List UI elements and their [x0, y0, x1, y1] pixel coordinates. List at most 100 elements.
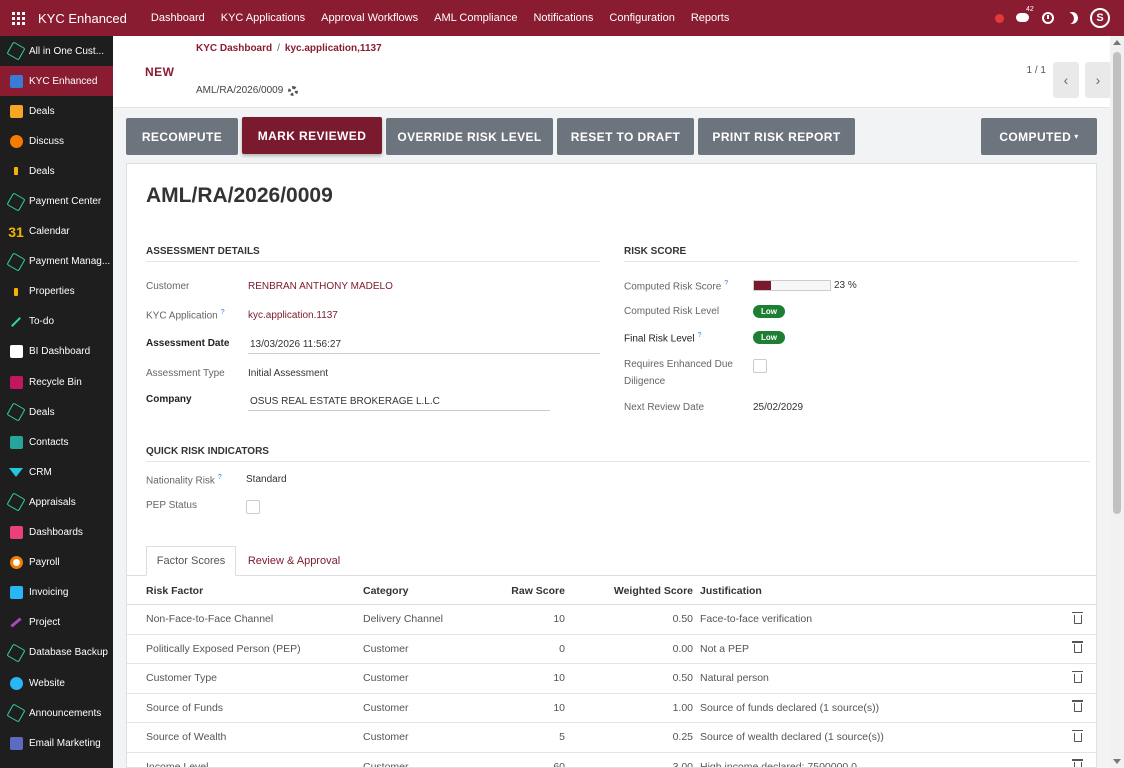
edd-checkbox[interactable]	[753, 359, 767, 373]
col-raw-score[interactable]: Raw Score	[507, 577, 565, 604]
sidebar-item-todo[interactable]: To-do	[0, 307, 113, 337]
nav-kyc-applications[interactable]: KYC Applications	[213, 12, 313, 24]
sidebar-item-payroll[interactable]: Payroll	[0, 548, 113, 578]
delete-row-button[interactable]	[1072, 694, 1083, 723]
table-row[interactable]: Non-Face-to-Face Channel Delivery Channe…	[127, 605, 1096, 635]
help-icon[interactable]: ?	[218, 474, 222, 481]
nav-aml-compliance[interactable]: AML Compliance	[426, 12, 525, 24]
mark-reviewed-button[interactable]: MARK REVIEWED	[242, 117, 382, 154]
table-row[interactable]: Income Level Customer 60 3.00 High incom…	[127, 753, 1096, 768]
sidebar-item-discuss[interactable]: Discuss	[0, 126, 113, 156]
breadcrumb-parent[interactable]: KYC Dashboard	[196, 43, 272, 54]
delete-row-button[interactable]	[1072, 664, 1083, 693]
sidebar-item-announcements[interactable]: Announcements	[0, 698, 113, 728]
cell-justification: Not a PEP	[700, 642, 750, 655]
table-row[interactable]: Customer Type Customer 10 0.50 Natural p…	[127, 664, 1096, 694]
company-field[interactable]: OSUS REAL ESTATE BROKERAGE L.L.C	[248, 396, 550, 411]
help-icon[interactable]: ?	[221, 309, 225, 316]
cell-weighted-score: 1.00	[672, 701, 693, 714]
pager-next-button[interactable]: ›	[1085, 62, 1111, 98]
scroll-down-arrow-icon[interactable]	[1113, 759, 1121, 764]
sidebar-item-label: Properties	[29, 286, 75, 298]
apps-menu-icon[interactable]	[0, 0, 36, 36]
col-justification[interactable]: Justification	[700, 577, 762, 604]
cell-risk-factor: Source of Wealth	[146, 731, 227, 744]
help-icon[interactable]: ?	[698, 332, 702, 339]
col-category[interactable]: Category	[363, 577, 409, 604]
cell-raw-score: 10	[553, 613, 565, 626]
sidebar-item-dashboards[interactable]: Dashboards	[0, 518, 113, 548]
kyc-application-label-text: KYC Application	[146, 310, 218, 322]
sidebar-item-label: Payment Center	[29, 196, 102, 208]
cell-raw-score: 10	[553, 672, 565, 685]
trash-icon	[1072, 670, 1083, 683]
page-scrollbar[interactable]	[1110, 36, 1124, 768]
chat-icon[interactable]: 42	[1016, 6, 1034, 24]
customer-value[interactable]: RENBRAN ANTHONY MADELO	[248, 281, 393, 292]
table-row[interactable]: Source of Wealth Customer 5 0.25 Source …	[127, 723, 1096, 753]
pager-value[interactable]: 1 / 1	[1027, 65, 1046, 76]
app-brand[interactable]: KYC Enhanced	[38, 11, 127, 26]
bi-icon	[8, 344, 24, 360]
kyc-application-value[interactable]: kyc.application.1137	[248, 310, 338, 321]
override-risk-level-button[interactable]: OVERRIDE RISK LEVEL	[386, 118, 553, 155]
clock-icon[interactable]	[1042, 12, 1054, 24]
col-weighted-score[interactable]: Weighted Score	[597, 577, 693, 604]
nationality-risk-value: Standard	[246, 474, 287, 485]
delete-row-button[interactable]	[1072, 605, 1083, 634]
sidebar-item-recycle-bin[interactable]: Recycle Bin	[0, 367, 113, 397]
sidebar-item-deals[interactable]: Deals	[0, 96, 113, 126]
delete-row-button[interactable]	[1072, 635, 1083, 664]
col-risk-factor[interactable]: Risk Factor	[146, 577, 203, 604]
sidebar-item-payment-center[interactable]: Payment Center	[0, 186, 113, 216]
cell-justification: Source of funds declared (1 source(s))	[700, 701, 880, 714]
table-row[interactable]: Politically Exposed Person (PEP) Custome…	[127, 635, 1096, 664]
cell-justification: High income declared: 7500000.0	[700, 760, 858, 768]
sidebar-item-database-backup[interactable]: Database Backup	[0, 638, 113, 668]
sidebar-item-email-marketing[interactable]: Email Marketing	[0, 728, 113, 758]
recompute-button[interactable]: RECOMPUTE	[126, 118, 238, 155]
sidebar-item-kyc-enhanced[interactable]: KYC Enhanced	[0, 66, 113, 97]
sidebar-item-all-in-one[interactable]: All in One Cust...	[0, 36, 113, 66]
sidebar-item-payment-management[interactable]: Payment Manag...	[0, 247, 113, 277]
scroll-thumb[interactable]	[1113, 52, 1121, 514]
table-row[interactable]: Source of Funds Customer 10 1.00 Source …	[127, 694, 1096, 723]
pager-previous-button[interactable]: ‹	[1053, 62, 1079, 98]
cell-justification: Natural person	[700, 672, 769, 685]
sidebar-item-label: Deals	[29, 105, 55, 117]
help-icon[interactable]: ?	[724, 280, 728, 287]
assessment-date-field[interactable]: 13/03/2026 11:56:27	[248, 339, 600, 354]
sidebar-item-deals-2[interactable]: Deals	[0, 156, 113, 186]
status-dot-icon[interactable]	[995, 13, 1004, 23]
moon-icon[interactable]	[1064, 10, 1079, 25]
nav-notifications[interactable]: Notifications	[525, 12, 601, 24]
delete-row-button[interactable]	[1072, 753, 1083, 767]
nav-configuration[interactable]: Configuration	[601, 12, 682, 24]
print-risk-report-button[interactable]: PRINT RISK REPORT	[698, 118, 855, 155]
nav-approval-workflows[interactable]: Approval Workflows	[313, 12, 426, 24]
sidebar-item-deals-3[interactable]: Deals	[0, 397, 113, 427]
sidebar-item-calendar[interactable]: 31 Calendar	[0, 217, 113, 247]
nav-dashboard[interactable]: Dashboard	[143, 12, 213, 24]
breadcrumb-current[interactable]: kyc.application,1137	[285, 43, 382, 54]
nav-reports[interactable]: Reports	[683, 12, 738, 24]
user-avatar[interactable]: S	[1090, 8, 1110, 28]
sidebar-item-bi-dashboard[interactable]: BI Dashboard	[0, 337, 113, 367]
sidebar-item-project[interactable]: Project	[0, 608, 113, 638]
sidebar-item-crm[interactable]: CRM	[0, 457, 113, 487]
tab-factor-scores[interactable]: Factor Scores	[146, 546, 236, 576]
status-computed-dropdown[interactable]: COMPUTED ▾	[981, 118, 1097, 155]
pep-status-checkbox[interactable]	[246, 500, 260, 514]
gear-icon[interactable]	[288, 85, 299, 96]
final-risk-level-badge[interactable]: Low	[753, 331, 785, 344]
tab-review-approval[interactable]: Review & Approval	[240, 546, 348, 576]
sidebar-item-properties[interactable]: Properties	[0, 277, 113, 307]
sidebar-item-invoicing[interactable]: Invoicing	[0, 578, 113, 608]
reset-to-draft-button[interactable]: RESET TO DRAFT	[557, 118, 694, 155]
sidebar-item-appraisals[interactable]: Appraisals	[0, 487, 113, 517]
sidebar-item-contacts[interactable]: Contacts	[0, 427, 113, 457]
scroll-up-arrow-icon[interactable]	[1113, 40, 1121, 45]
sidebar-item-website[interactable]: Website	[0, 668, 113, 698]
delete-row-button[interactable]	[1072, 723, 1083, 752]
next-review-date-value[interactable]: 25/02/2029	[753, 402, 803, 413]
